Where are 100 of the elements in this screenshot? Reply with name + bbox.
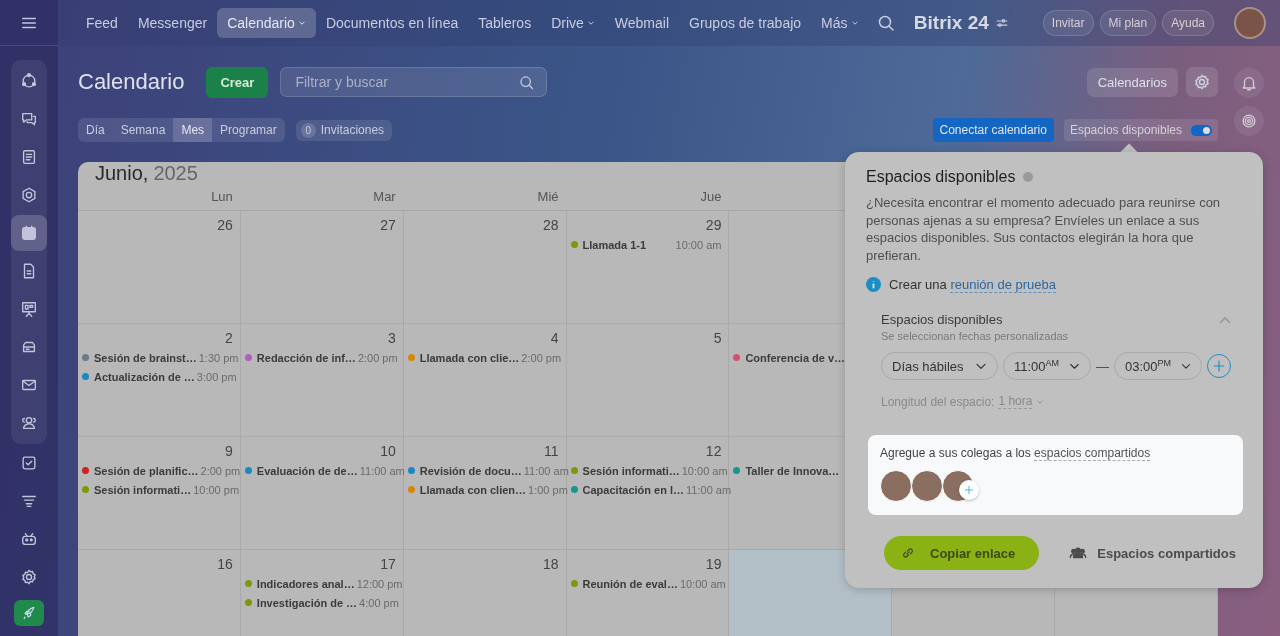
day-cell[interactable]: 2 Sesión de brainst… 1:30 pm Actualización de … 3:00 pm: [78, 324, 241, 437]
year-label: 2025: [153, 162, 198, 185]
nav-tab[interactable]: Drive: [541, 8, 605, 38]
colleague-avatar: [911, 470, 943, 502]
event-time: 2:00 pm: [199, 464, 241, 477]
shared-slots-link[interactable]: espacios compartidos: [1034, 446, 1151, 461]
toggle-label: Espacios disponibles: [1069, 123, 1182, 137]
newspaper-icon: [20, 148, 38, 166]
calendars-button[interactable]: Calendarios: [1086, 67, 1178, 97]
view-tab[interactable]: Programar: [212, 118, 285, 142]
event-title[interactable]: Redacción de inf…: [256, 351, 356, 364]
header-button[interactable]: Invitar: [1042, 10, 1094, 36]
nav-tab[interactable]: Más: [811, 8, 869, 38]
day-cell[interactable]: 28: [403, 211, 567, 324]
day-cell[interactable]: 3 Redacción de inf… 2:00 pm: [240, 324, 404, 437]
section-title: Espacios disponibles: [881, 312, 1003, 327]
event-title[interactable]: Investigación de …: [256, 596, 358, 609]
day-cell[interactable]: 11 Revisión de docu… 11:00 am Llamada con clien… 1:00 pm: [403, 437, 567, 550]
event-title[interactable]: Llamada 1-1: [582, 238, 647, 251]
event-title[interactable]: Sesión de planific…: [94, 464, 199, 477]
nav-tab[interactable]: Calendario: [217, 8, 316, 38]
day-number: 27: [380, 217, 396, 233]
day-number: 28: [543, 217, 559, 233]
spiral-icon: [1240, 112, 1258, 130]
settings-button[interactable]: [1186, 67, 1218, 97]
day-number: 10: [380, 443, 396, 459]
day-number: 5: [713, 330, 722, 346]
test-meeting-link[interactable]: reunión de prueba: [950, 277, 1056, 293]
day-cell[interactable]: 27: [240, 211, 404, 324]
event-time: 12:00 pm: [355, 577, 403, 590]
event-title[interactable]: Conferencia de v…: [745, 351, 846, 364]
day-cell[interactable]: 26: [78, 211, 241, 324]
nav-tab[interactable]: Tableros: [468, 8, 542, 38]
add-colleague-button[interactable]: [959, 480, 979, 500]
event-time: 1:00 pm: [527, 483, 568, 496]
event-title[interactable]: Reunión de eval…: [582, 577, 678, 590]
event-time: 10:00 am: [680, 464, 728, 477]
event-time: 10:00 pm: [192, 483, 240, 496]
day-cell[interactable]: 5: [566, 324, 730, 437]
day-number: 12: [705, 443, 722, 459]
event-title[interactable]: Indicadores anal…: [256, 577, 355, 590]
event-title[interactable]: Sesión de brainst…: [94, 351, 197, 364]
sidebar-item[interactable]: [11, 215, 47, 251]
event-title[interactable]: Llamada con clie…: [419, 351, 520, 364]
view-tab[interactable]: Mes: [173, 118, 213, 142]
nav-tab[interactable]: Documentos en línea: [315, 8, 469, 38]
nav-tab[interactable]: Grupos de trabajo: [679, 8, 812, 38]
day-number: 11: [544, 443, 559, 459]
header-button[interactable]: Mi plan: [1099, 10, 1157, 36]
day-number: 18: [543, 556, 559, 572]
day-number: 17: [380, 556, 396, 572]
connect-button[interactable]: Conectar calendario: [932, 118, 1054, 142]
view-tab[interactable]: Semana: [112, 118, 174, 142]
day-number: 4: [550, 330, 559, 346]
nav-tab[interactable]: Webmail: [604, 8, 679, 38]
weekday-header: Mié: [537, 189, 559, 204]
robot-icon: [20, 530, 38, 548]
people-icon: [20, 414, 38, 432]
event-title[interactable]: Revisión de docu…: [419, 464, 522, 477]
day-cell[interactable]: 9 Sesión de planific… 2:00 pm Sesión informati… 10:00 pm: [78, 437, 241, 550]
hexagon-icon: [20, 186, 38, 204]
day-cell[interactable]: 16: [78, 550, 241, 636]
view-tab[interactable]: Día: [78, 118, 113, 142]
day-cell[interactable]: 10 Evaluación de de… 11:00 am: [240, 437, 404, 550]
event-title[interactable]: Llamada con clien…: [419, 483, 527, 496]
notifications-button[interactable]: [1234, 68, 1264, 98]
event-time: 2:00 pm: [520, 351, 562, 364]
day-cell[interactable]: 29 Llamada 1-1 10:00 am: [566, 211, 730, 324]
plus-icon: [1211, 358, 1227, 374]
toggle-switch[interactable]: [1190, 124, 1212, 136]
nav-tab[interactable]: Feed: [76, 8, 128, 38]
sliders-icon: [994, 16, 1009, 30]
event-title[interactable]: Capacitación en l…: [582, 483, 685, 496]
caret-icon: [586, 19, 595, 27]
event-title[interactable]: Sesión informati…: [582, 464, 680, 477]
rocket-button[interactable]: [14, 600, 44, 626]
spiral-button[interactable]: [1234, 106, 1264, 136]
plus-icon: [963, 484, 975, 496]
event-time: 10:00 am: [678, 577, 726, 590]
copy-link-button[interactable]: Copiar enlace: [884, 536, 1040, 570]
day-number: 9: [225, 443, 233, 459]
event-time: 11:00 am: [358, 464, 405, 477]
create-button[interactable]: Crear: [206, 66, 269, 98]
invitations-button[interactable]: 0 Invitaciones: [295, 119, 393, 141]
event-title[interactable]: Taller de Innova…: [745, 464, 840, 477]
day-cell[interactable]: 4 Llamada con clie… 2:00 pm: [403, 324, 567, 437]
event-time: 2:00 pm: [356, 351, 398, 364]
colleague-avatar: [880, 470, 912, 502]
day-cell[interactable]: 18: [403, 550, 567, 636]
event-title[interactable]: Actualización de …: [94, 370, 195, 383]
day-number: 19: [705, 556, 722, 572]
settings-icon: [1193, 73, 1211, 91]
event-title[interactable]: Sesión informati…: [94, 483, 192, 496]
header-button[interactable]: Ayuda: [1162, 10, 1214, 36]
shared-slots-button[interactable]: Espacios compartidos: [1069, 544, 1236, 562]
logo: Bitrix 24: [913, 12, 989, 34]
event-time: 11:00 am: [685, 483, 732, 496]
event-title[interactable]: Evaluación de de…: [256, 464, 358, 477]
day-cell[interactable]: 17 Indicadores anal… 12:00 pm Investigación de … 4:00 pm: [240, 550, 404, 636]
nav-tab[interactable]: Messenger: [127, 8, 218, 38]
